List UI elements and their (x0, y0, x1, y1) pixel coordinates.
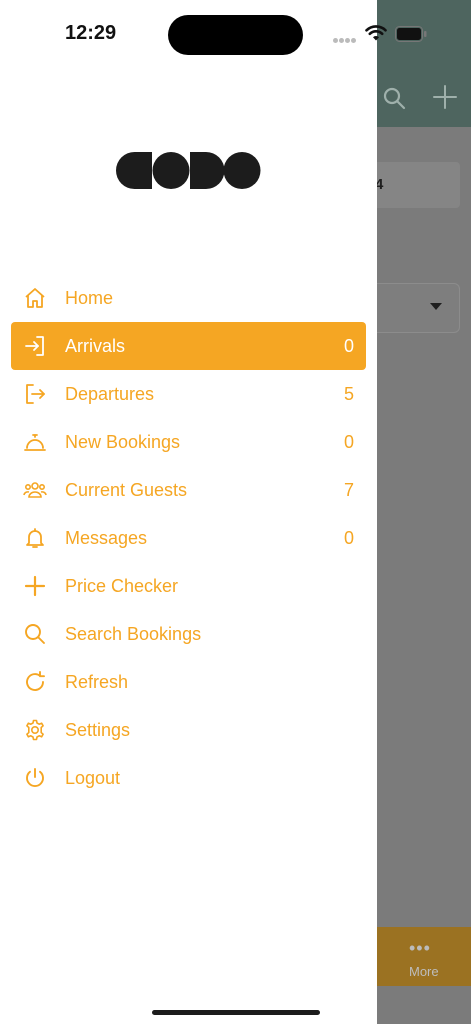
menu-item-search-bookings[interactable]: Search Bookings (11, 610, 366, 658)
plus-icon (23, 574, 47, 598)
menu-item-count: 7 (343, 479, 354, 500)
menu-item-label: Messages (65, 527, 148, 548)
users-icon (23, 478, 47, 502)
menu-item-departures[interactable]: Departures 5 (11, 370, 366, 418)
menu-item-current-guests[interactable]: Current Guests 7 (11, 466, 366, 514)
menu-item-messages[interactable]: Messages 0 (11, 514, 366, 562)
menu-item-label: Price Checker (65, 575, 179, 596)
add-icon[interactable] (432, 84, 458, 110)
search-icon (23, 622, 47, 646)
menu-item-label: Arrivals (65, 335, 126, 356)
navigation-drawer: Home Arrivals 0 Departures 5 New Booking… (0, 0, 377, 1024)
power-icon (23, 766, 47, 790)
menu-item-label: Settings (65, 719, 131, 740)
dynamic-island (168, 15, 303, 55)
bell-concierge-icon (23, 430, 47, 454)
drawer-menu: Home Arrivals 0 Departures 5 New Booking… (11, 274, 366, 802)
sign-in-icon (23, 334, 47, 358)
refresh-icon (23, 670, 47, 694)
menu-item-count: 0 (343, 335, 354, 356)
menu-item-label: Search Bookings (65, 623, 202, 644)
menu-item-label: Current Guests (65, 479, 188, 500)
menu-item-refresh[interactable]: Refresh (11, 658, 366, 706)
caret-down-icon (430, 303, 442, 310)
menu-item-label: New Bookings (65, 431, 181, 452)
search-icon[interactable] (382, 86, 406, 110)
menu-item-label: Departures (65, 383, 155, 404)
menu-item-label: Logout (65, 767, 121, 788)
menu-item-new-bookings[interactable]: New Bookings 0 (11, 418, 366, 466)
wifi-icon (365, 25, 387, 41)
menu-item-settings[interactable]: Settings (11, 706, 366, 754)
more-dots-icon: ••• (409, 938, 431, 958)
bell-icon (23, 526, 47, 550)
status-time: 12:29 (65, 22, 117, 44)
gear-icon (23, 718, 47, 742)
home-indicator[interactable] (152, 1010, 320, 1015)
home-icon (23, 286, 47, 310)
menu-item-label: Home (65, 287, 114, 308)
signal-dots-icon (333, 30, 357, 48)
menu-item-count: 5 (343, 383, 354, 404)
menu-item-price-checker[interactable]: Price Checker (11, 562, 366, 610)
menu-item-count: 0 (343, 431, 354, 452)
sign-out-icon (23, 382, 47, 406)
tab-more-label: More (409, 964, 439, 979)
menu-item-label: Refresh (65, 671, 129, 692)
menu-item-home[interactable]: Home (11, 274, 366, 322)
codo-logo (116, 152, 261, 189)
battery-icon (395, 26, 427, 42)
menu-item-count: 0 (343, 527, 354, 548)
menu-item-logout[interactable]: Logout (11, 754, 366, 802)
menu-item-arrivals[interactable]: Arrivals 0 (11, 322, 366, 370)
